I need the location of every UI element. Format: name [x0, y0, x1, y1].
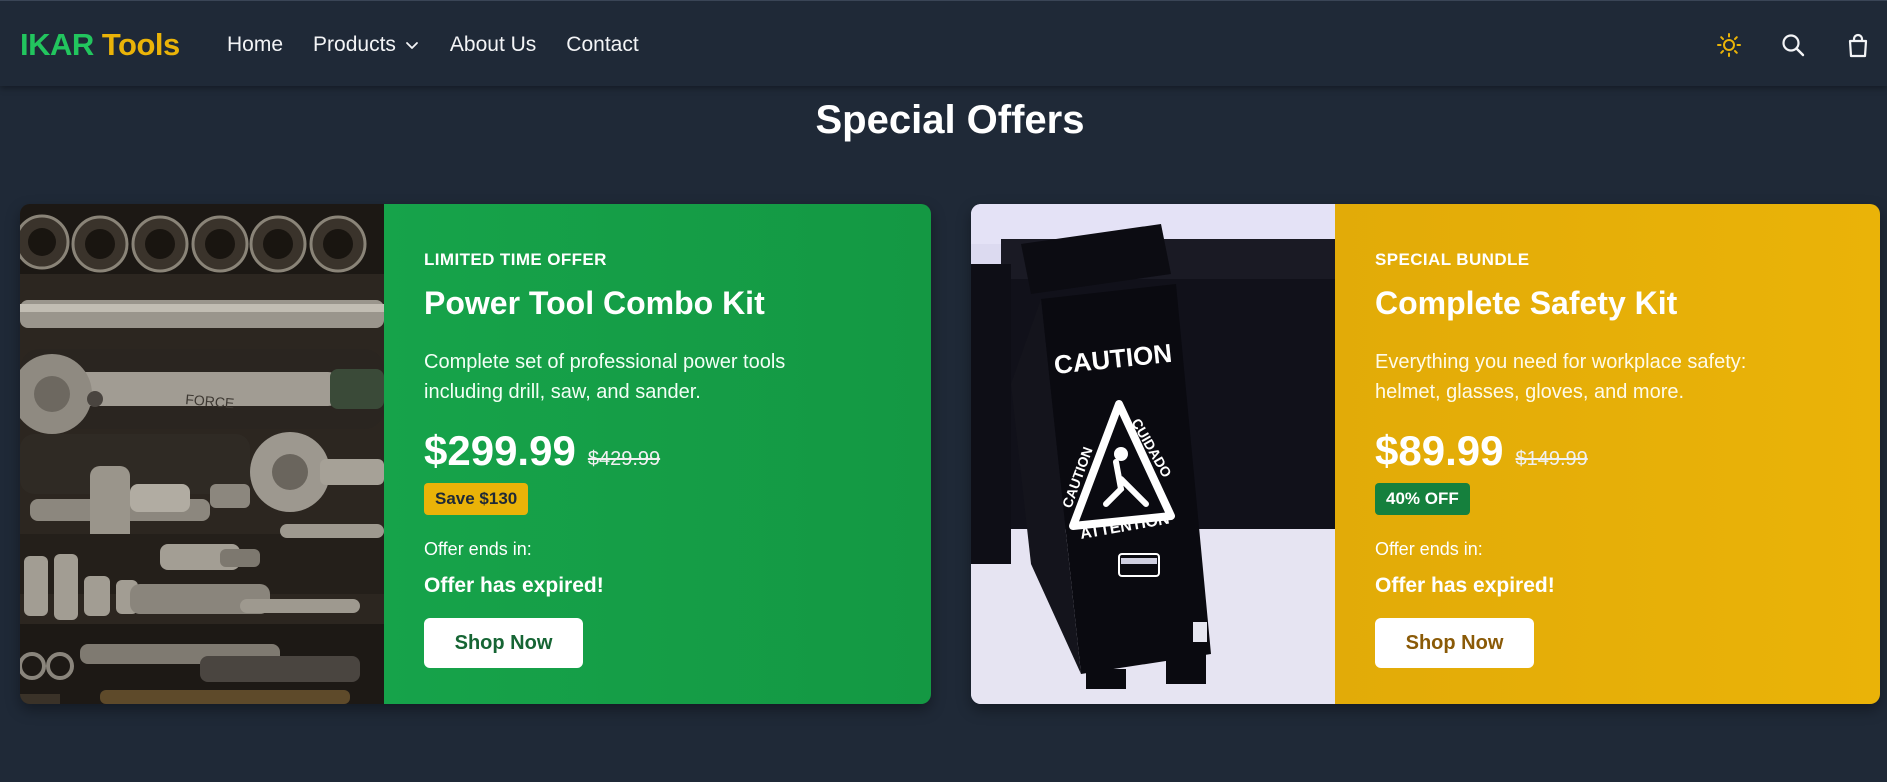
offer-image-tools: FORCE [20, 204, 384, 704]
offer-discount-badge: Save $130 [424, 483, 529, 515]
nav-actions [0, 31, 1887, 61]
shop-now-button[interactable]: Shop Now [424, 618, 583, 668]
shopping-bag-icon[interactable] [1844, 31, 1872, 59]
sun-icon[interactable] [1715, 31, 1743, 59]
caution-wet-floor-sign-image: CAUTION CAUTION CUIDADO ATTENTION [971, 204, 1335, 704]
offer-price: $89.99 [1375, 427, 1504, 474]
offer-title: Complete Safety Kit [1375, 285, 1678, 321]
offer-title: Power Tool Combo Kit [424, 285, 765, 321]
shop-now-button[interactable]: Shop Now [1375, 618, 1534, 668]
offer-description: Complete set of professional power tools… [424, 351, 786, 403]
offer-price-row: $299.99 $429.99 [424, 427, 891, 475]
navbar: IKAR Tools Home Products About Us Contac… [0, 0, 1887, 86]
offer-eyebrow: LIMITED TIME OFFER [424, 250, 607, 269]
offer-card-safety-kit: CAUTION CAUTION CUIDADO ATTENTION SPECIA… [971, 204, 1880, 704]
offer-ends-label: Offer ends in: [1375, 539, 1483, 559]
section-title: Special Offers [815, 98, 1085, 142]
offer-image-safety: CAUTION CAUTION CUIDADO ATTENTION [971, 204, 1335, 704]
offer-ends-label: Offer ends in: [424, 539, 532, 559]
offer-price-row: $89.99 $149.99 [1375, 427, 1840, 475]
offer-old-price: $429.99 [587, 448, 661, 470]
search-icon[interactable] [1779, 31, 1807, 59]
offer-body-power-tool: LIMITED TIME OFFER Power Tool Combo Kit … [384, 204, 931, 704]
offer-price: $299.99 [424, 427, 576, 474]
socket-wrench-set-image: FORCE [20, 204, 384, 704]
offer-status: Offer has expired! [1375, 574, 1555, 597]
offer-discount-badge: 40% OFF [1375, 483, 1470, 515]
offer-card-power-tool: FORCE LIMITED TIME OFFER Power Tool Comb… [20, 204, 931, 704]
offer-eyebrow: SPECIAL BUNDLE [1375, 250, 1530, 269]
offer-body-safety-kit: SPECIAL BUNDLE Complete Safety Kit Every… [1335, 204, 1880, 704]
offer-status: Offer has expired! [424, 574, 604, 597]
offer-description: Everything you need for workplace safety… [1375, 351, 1747, 403]
offer-old-price: $149.99 [1515, 448, 1588, 470]
